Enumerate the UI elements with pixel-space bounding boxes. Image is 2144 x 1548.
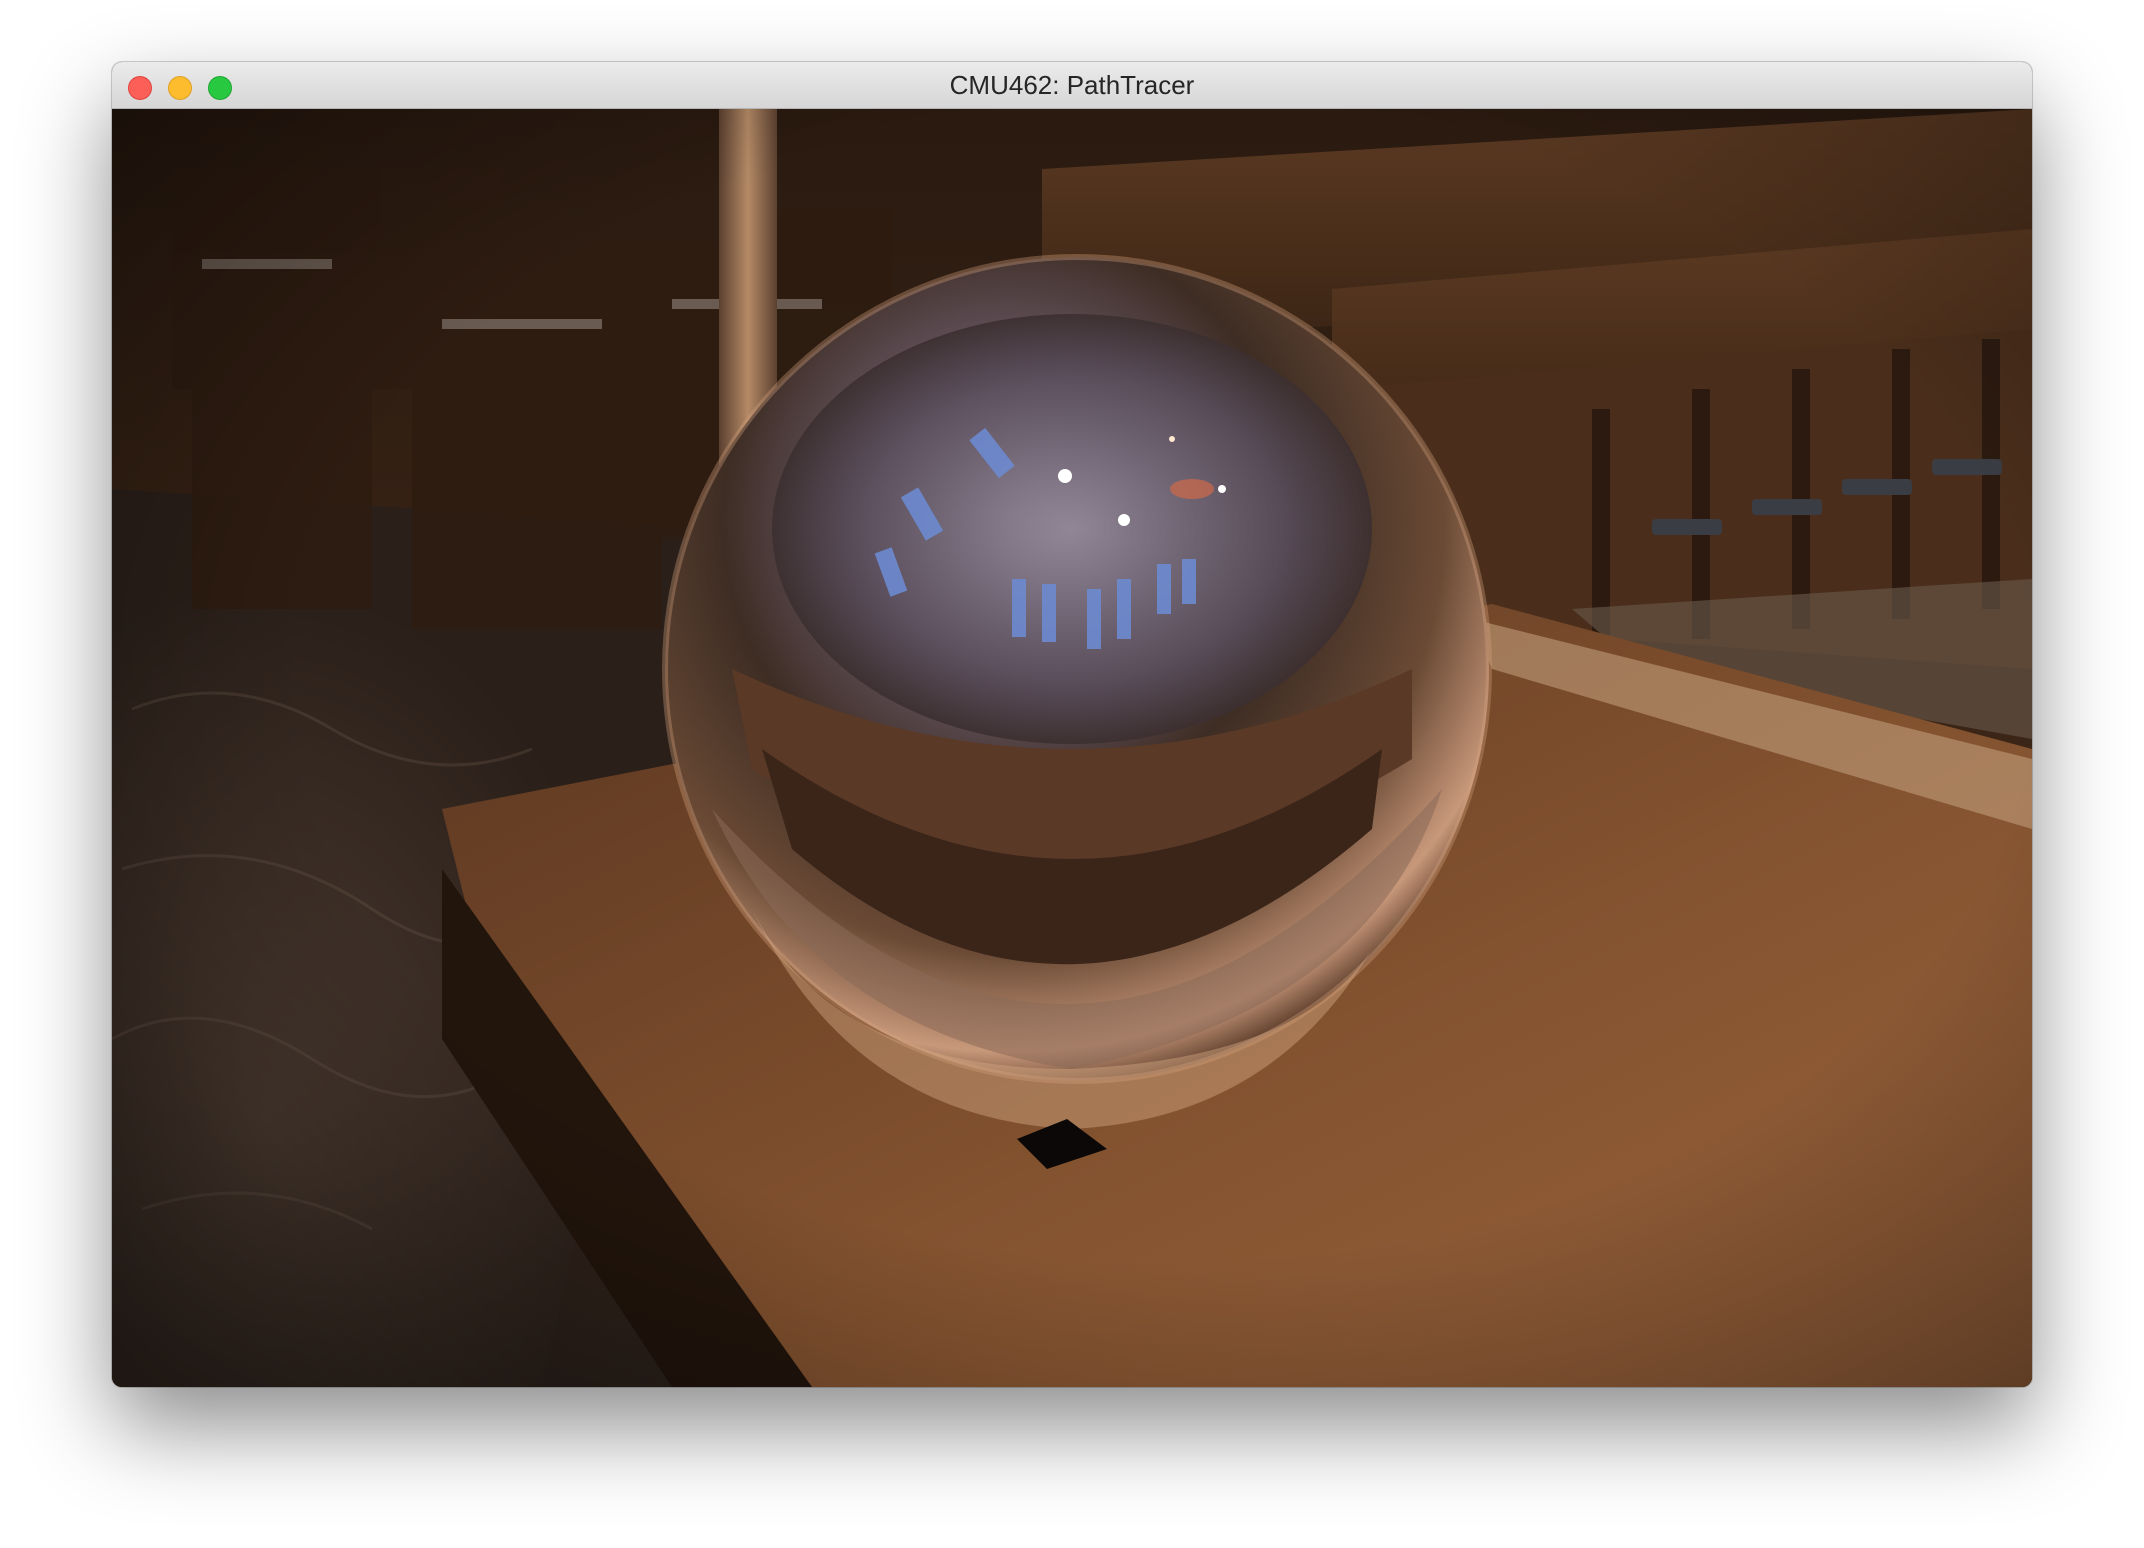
- window-title: CMU462: PathTracer: [949, 70, 1195, 100]
- rendered-scene: [112, 109, 2032, 1387]
- app-window: CMU462: PathTracer: [112, 62, 2032, 1387]
- render-viewport[interactable]: [112, 109, 2032, 1387]
- title-bar[interactable]: CMU462: PathTracer: [112, 62, 2032, 109]
